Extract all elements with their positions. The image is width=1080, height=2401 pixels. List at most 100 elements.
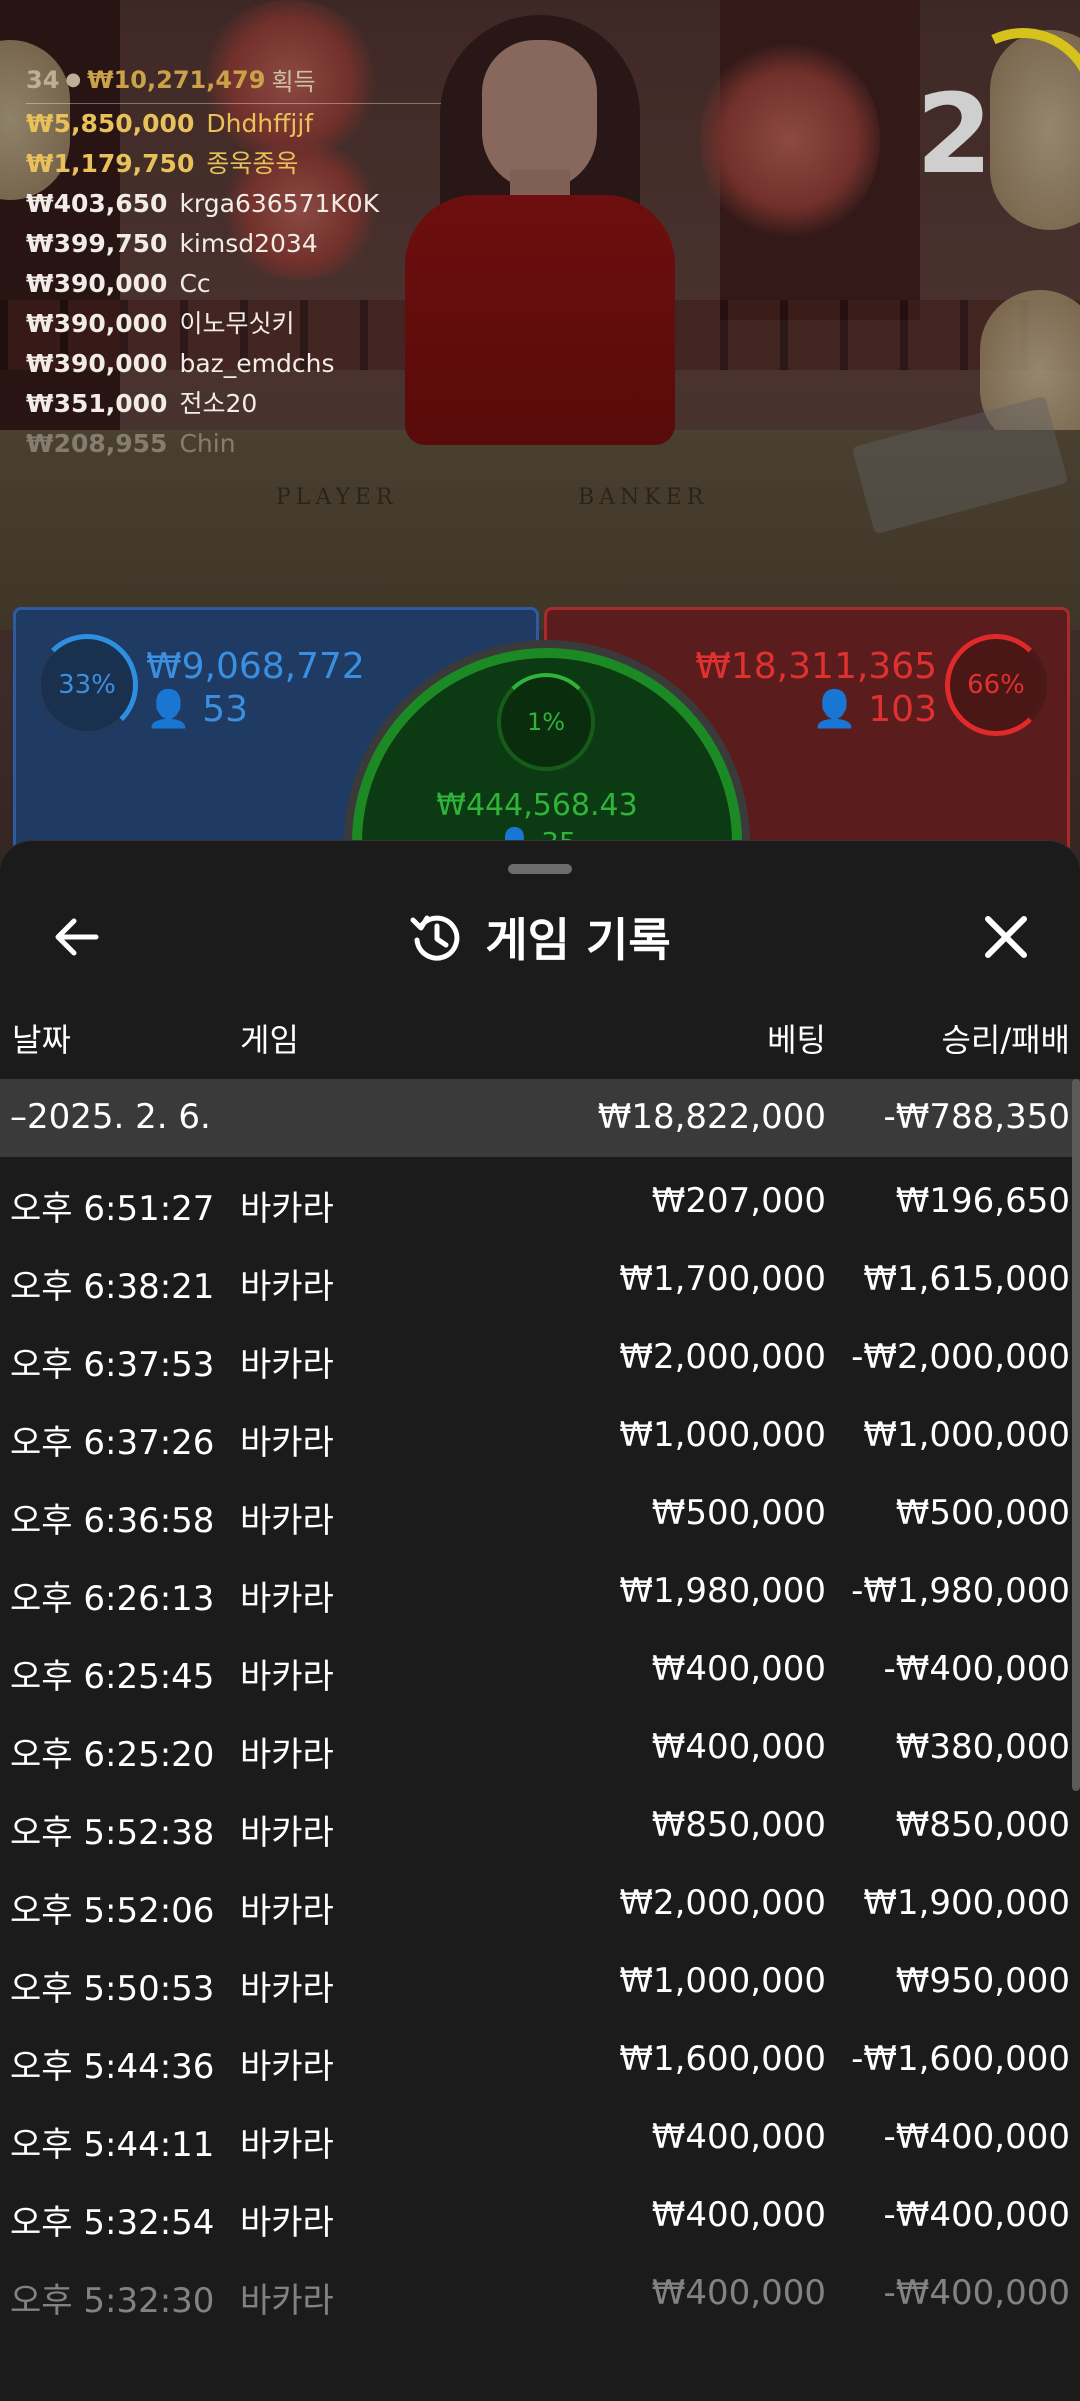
history-row[interactable]: 오후 5:44:11 바카라 ₩400,000 -₩400,000: [0, 2101, 1080, 2179]
row-time: 오후 6:36:58: [10, 1501, 215, 1541]
row-winloss: -₩2,000,000: [851, 1337, 1070, 1377]
winner-amount: ₩390,000: [26, 269, 168, 298]
history-row[interactable]: 오후 6:37:53 바카라 ₩2,000,000 -₩2,000,000: [0, 1321, 1080, 1399]
game-history-sheet: 게임 기록 날짜 게임 베팅 승리/패배 –2025. 2. 6. ₩18,82…: [0, 840, 1080, 2401]
history-row[interactable]: 오후 6:38:21 바카라 ₩1,700,000 ₩1,615,000: [0, 1243, 1080, 1321]
player-bettor-count: 👤 53: [146, 688, 248, 730]
history-row[interactable]: 오후 5:50:53 바카라 ₩1,000,000 ₩950,000: [0, 1945, 1080, 2023]
row-time: 오후 6:51:27: [10, 1189, 215, 1229]
row-game: 바카라: [240, 1891, 334, 1931]
row-time: 오후 5:32:54: [10, 2203, 215, 2243]
row-bet: ₩1,600,000: [619, 2039, 826, 2079]
person-icon: 👤: [146, 689, 191, 730]
winner-name: baz_emdchs: [179, 349, 335, 378]
winner-row: ₩1,179,750 종욱종욱: [26, 144, 441, 184]
row-bet: ₩400,000: [651, 2117, 826, 2157]
row-bet: ₩1,700,000: [619, 1259, 826, 1299]
column-header-game[interactable]: 게임: [240, 1015, 299, 1061]
winner-row: ₩390,000 이노무싯키: [26, 304, 441, 344]
person-icon: ●: [65, 69, 82, 90]
winners-label: 획득: [271, 68, 316, 96]
sheet-header: 게임 기록: [0, 901, 1080, 973]
tie-percent-ring: 1%: [497, 673, 595, 771]
player-bet-amount: ₩9,068,772: [146, 646, 365, 687]
row-bet: ₩400,000: [651, 1649, 826, 1689]
row-winloss: -₩400,000: [883, 2195, 1071, 2235]
row-winloss: ₩380,000: [895, 1727, 1070, 1767]
close-button[interactable]: [976, 907, 1036, 967]
column-header-bet[interactable]: 베팅: [767, 1015, 826, 1061]
column-header-date[interactable]: 날짜: [12, 1015, 71, 1061]
player-percent-ring: 33%: [36, 634, 138, 736]
winner-row: ₩399,750 kimsd2034: [26, 224, 441, 264]
row-bet: ₩1,000,000: [619, 1415, 826, 1455]
row-time: 오후 6:38:21: [10, 1267, 215, 1307]
winner-name: krga636571K0K: [179, 189, 380, 218]
column-header-winloss[interactable]: 승리/패배: [941, 1015, 1070, 1061]
row-winloss: ₩1,900,000: [863, 1883, 1070, 1923]
row-winloss: ₩196,650: [895, 1181, 1070, 1221]
tie-percent: 1%: [526, 708, 566, 736]
row-game: 바카라: [240, 1813, 334, 1853]
winner-name: Chin: [179, 429, 236, 458]
row-game: 바카라: [240, 1969, 334, 2009]
row-winloss: ₩850,000: [895, 1805, 1070, 1845]
winner-row: ₩390,000 baz_emdchs: [26, 344, 441, 384]
winner-row: ₩403,650 krga636571K0K: [26, 184, 441, 224]
scrollbar[interactable]: [1072, 1079, 1080, 1791]
winner-row: ₩351,000 전소20: [26, 384, 441, 424]
row-bet: ₩850,000: [651, 1805, 826, 1845]
winner-name: Dhdhffjjf: [206, 109, 314, 138]
row-game: 바카라: [240, 1189, 334, 1229]
day-total-bet: ₩18,822,000: [597, 1097, 826, 1137]
player-percent: 33%: [58, 670, 116, 700]
winner-name: kimsd2034: [179, 229, 318, 258]
player-count-value: 53: [202, 689, 249, 730]
row-time: 오후 6:26:13: [10, 1579, 215, 1619]
day-summary-row[interactable]: –2025. 2. 6. ₩18,822,000 -₩788,350: [0, 1079, 1080, 1157]
row-time: 오후 5:44:36: [10, 2047, 215, 2087]
day-total-winloss: -₩788,350: [883, 1097, 1071, 1137]
history-row[interactable]: 오후 5:52:06 바카라 ₩2,000,000 ₩1,900,000: [0, 1867, 1080, 1945]
row-time: 오후 5:52:38: [10, 1813, 215, 1853]
row-winloss: -₩1,980,000: [851, 1571, 1070, 1611]
row-bet: ₩400,000: [651, 1727, 826, 1767]
winner-amount: ₩1,179,750: [26, 149, 195, 178]
history-row[interactable]: 오후 6:25:45 바카라 ₩400,000 -₩400,000: [0, 1633, 1080, 1711]
history-row[interactable]: 오후 6:36:58 바카라 ₩500,000 ₩500,000: [0, 1477, 1080, 1555]
history-row[interactable]: 오후 6:26:13 바카라 ₩1,980,000 -₩1,980,000: [0, 1555, 1080, 1633]
winner-row: ₩208,955 Chin: [26, 424, 441, 464]
history-icon: [410, 915, 460, 961]
row-game: 바카라: [240, 1345, 334, 1385]
row-bet: ₩207,000: [651, 1181, 826, 1221]
history-row[interactable]: 오후 6:51:27 바카라 ₩207,000 ₩196,650: [0, 1165, 1080, 1243]
winners-total: ₩10,271,479: [87, 65, 266, 94]
history-row[interactable]: 오후 5:52:38 바카라 ₩850,000 ₩850,000: [0, 1789, 1080, 1867]
sheet-title: 게임 기록: [485, 913, 671, 967]
row-winloss: -₩1,600,000: [851, 2039, 1070, 2079]
history-row[interactable]: 오후 5:32:30 바카라 ₩400,000 -₩400,000: [0, 2257, 1080, 2335]
row-bet: ₩1,980,000: [619, 1571, 826, 1611]
row-bet: ₩400,000: [651, 2273, 826, 2313]
row-winloss: -₩400,000: [883, 2273, 1071, 2313]
history-row[interactable]: 오후 5:44:36 바카라 ₩1,600,000 -₩1,600,000: [0, 2023, 1080, 2101]
row-bet: ₩1,000,000: [619, 1961, 826, 2001]
history-row[interactable]: 오후 6:25:20 바카라 ₩400,000 ₩380,000: [0, 1711, 1080, 1789]
row-bet: ₩400,000: [651, 2195, 826, 2235]
history-row[interactable]: 오후 5:32:54 바카라 ₩400,000 -₩400,000: [0, 2179, 1080, 2257]
row-winloss: ₩950,000: [895, 1961, 1070, 2001]
row-time: 오후 5:52:06: [10, 1891, 215, 1931]
winner-amount: ₩403,650: [26, 189, 168, 218]
sheet-drag-handle[interactable]: [508, 864, 572, 874]
row-time: 오후 5:32:30: [10, 2281, 215, 2321]
row-time: 오후 6:37:26: [10, 1423, 215, 1463]
winner-amount: ₩390,000: [26, 309, 168, 338]
person-icon: 👤: [812, 689, 857, 730]
banker-percent-ring: 66%: [945, 634, 1047, 736]
history-row[interactable]: 오후 6:37:26 바카라 ₩1,000,000 ₩1,000,000: [0, 1399, 1080, 1477]
row-time: 오후 6:37:53: [10, 1345, 215, 1385]
row-time: 오후 6:25:45: [10, 1657, 215, 1697]
winners-header: 34 ● ₩10,271,479 획득: [26, 62, 441, 104]
winner-amount: ₩399,750: [26, 229, 168, 258]
banker-count-value: 103: [868, 689, 937, 730]
